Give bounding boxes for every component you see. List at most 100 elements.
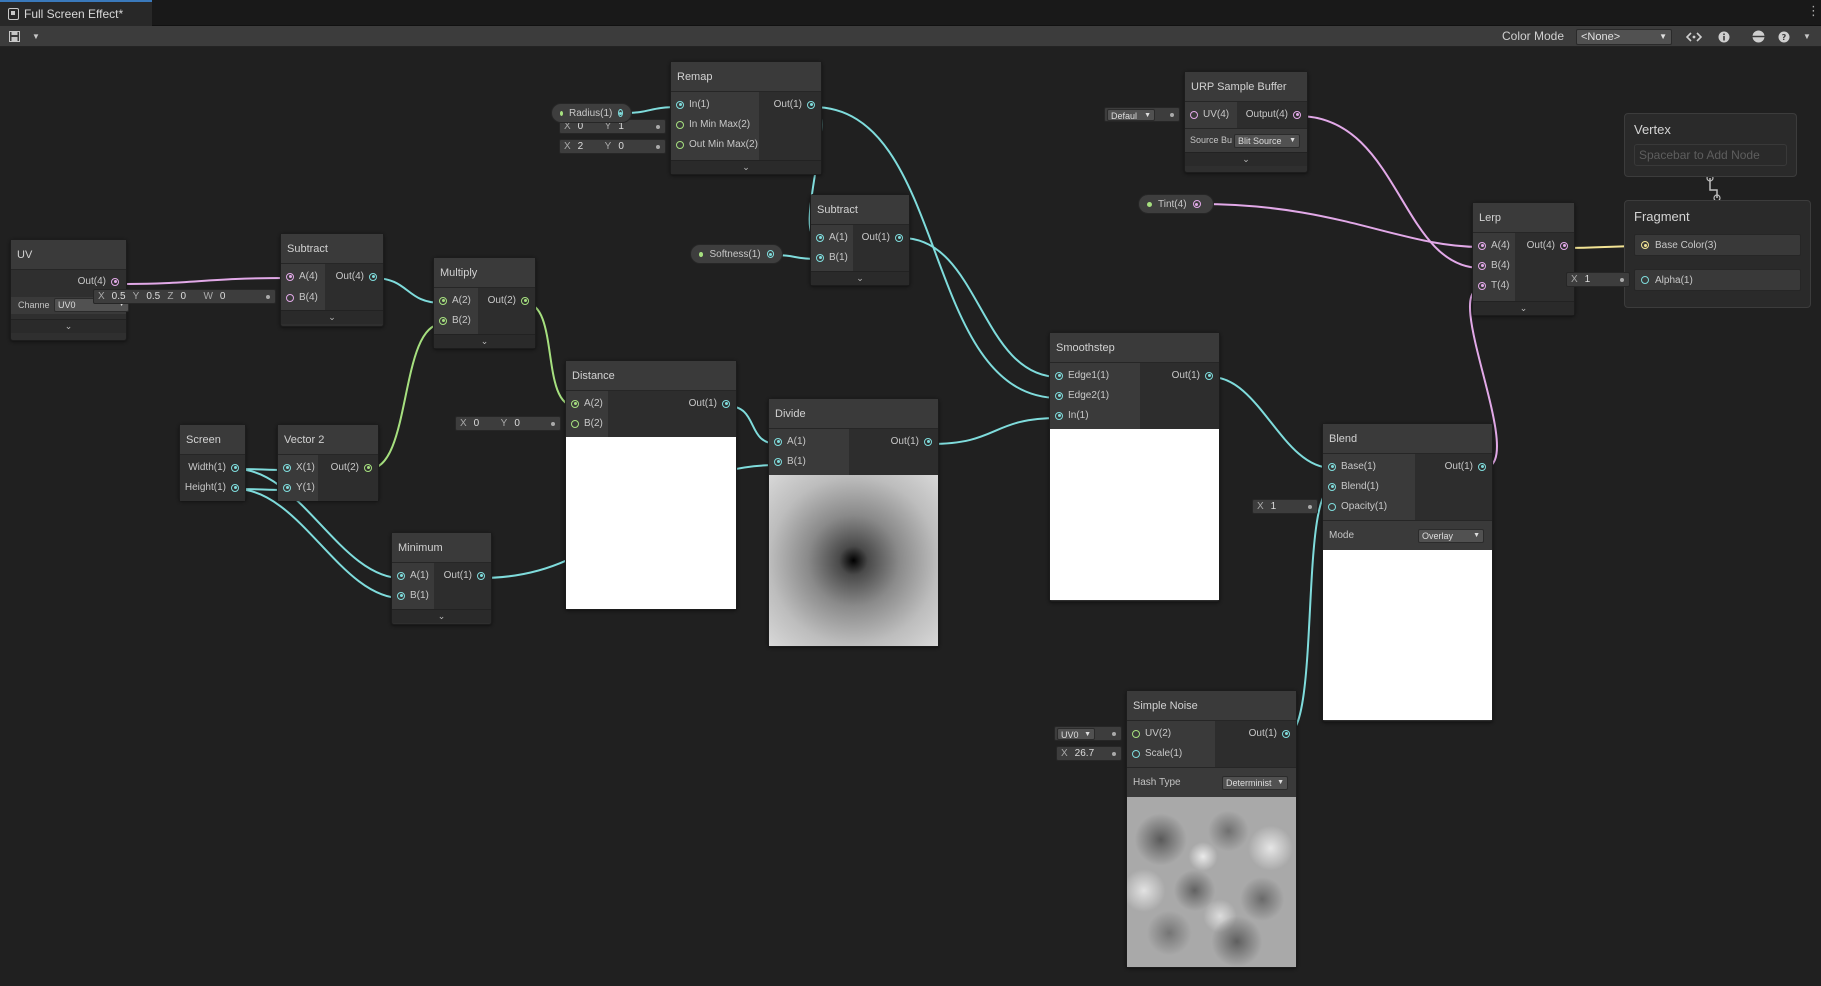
lerp-b-port[interactable]: B(4) [1478, 260, 1510, 271]
collapse-chevron-icon[interactable]: ⌄ [11, 319, 126, 333]
remap-out-min-max-port[interactable]: Out Min Max(2) [676, 139, 758, 150]
urp-uv-port[interactable]: UV(4) [1190, 109, 1229, 120]
collapse-chevron-icon[interactable]: ⌄ [1185, 152, 1307, 166]
smoothstep-edge2-port[interactable]: Edge2(1) [1055, 390, 1109, 401]
alpha-default-field[interactable]: X1 [1566, 272, 1630, 287]
collapse-chevron-icon[interactable]: ⌄ [434, 334, 535, 348]
subtract2-a-port[interactable]: A(1) [816, 232, 848, 243]
subtract1-out-port[interactable]: Out(4) [336, 271, 377, 282]
vector2-y-port[interactable]: Y(1) [283, 482, 315, 493]
collapse-chevron-icon[interactable]: ⌄ [392, 609, 491, 623]
smoothstep-edge1-port[interactable]: Edge1(1) [1055, 370, 1109, 381]
simple-noise-preview [1127, 797, 1296, 967]
base-color-block[interactable]: Base Color(3) [1634, 234, 1801, 256]
distance-b-default-field[interactable]: X0 Y0 [455, 416, 561, 431]
simple-noise-node[interactable]: Simple Noise UV(2) Scale(1) Out(1) Hash … [1126, 690, 1297, 968]
lerp-a-port[interactable]: A(4) [1478, 240, 1510, 251]
divide-b-port[interactable]: B(1) [774, 456, 806, 467]
minimum-node[interactable]: Minimum A(1) B(1) Out(1) ⌄ [391, 532, 492, 625]
screen-width-port[interactable]: Width(1) [188, 462, 239, 473]
divide-preview [769, 475, 938, 646]
noise-uv-dropdown[interactable]: UV0 ▼ [1057, 727, 1095, 740]
urp-output-port[interactable]: Output(4) [1246, 109, 1301, 120]
blend-base-port[interactable]: Base(1) [1328, 461, 1376, 472]
subtract1-a-port[interactable]: A(4) [286, 271, 318, 282]
wire-subtract-smoothstep [901, 237, 1060, 378]
divide-node[interactable]: Divide A(1) B(1) Out(1) [768, 398, 939, 647]
vertex-context[interactable]: Vertex Spacebar to Add Node [1624, 113, 1797, 177]
blend-blend-port[interactable]: Blend(1) [1328, 481, 1379, 492]
lerp-node[interactable]: Lerp A(4) B(4) T(4) Out(4) ⌄ [1472, 202, 1575, 316]
noise-out-port[interactable]: Out(1) [1249, 728, 1290, 739]
lerp-out-port[interactable]: Out(4) [1527, 240, 1568, 251]
distance-b-port[interactable]: B(2) [571, 418, 603, 429]
vector2-node[interactable]: Vector 2 X(1) Y(1) Out(2) [277, 424, 379, 501]
node-title: Screen [180, 425, 245, 455]
smoothstep-out-port[interactable]: Out(1) [1172, 370, 1213, 381]
multiply-a-port[interactable]: A(2) [439, 295, 471, 306]
multiply-b-port[interactable]: B(2) [439, 315, 471, 326]
minimum-a-port[interactable]: A(1) [397, 570, 429, 581]
subtract1-b-default-field[interactable]: X 0.5 Y 0.5 Z0 W0 [93, 289, 276, 304]
screen-node[interactable]: Screen Width(1) Height(1) [179, 424, 246, 501]
noise-uv-port[interactable]: UV(2) [1132, 728, 1171, 739]
divide-a-port[interactable]: A(1) [774, 436, 806, 447]
screen-height-port[interactable]: Height(1) [185, 482, 239, 493]
distance-a-port[interactable]: A(2) [571, 398, 603, 409]
blend-opacity-field[interactable]: X1 [1252, 499, 1318, 514]
multiply-out-port[interactable]: Out(2) [488, 295, 529, 306]
multiply-node[interactable]: Multiply A(2) B(2) Out(2) ⌄ [433, 257, 536, 349]
noise-uv-default-field[interactable]: UV0 ▼ [1054, 726, 1122, 741]
urp-uv-default-field[interactable]: Defaul ▼ [1104, 107, 1180, 122]
wire-vector2-multiply [368, 323, 443, 470]
shader-graph-window: Full Screen Effect* ⋮ ▼ Color Mode <None… [0, 0, 1821, 986]
vector2-x-port[interactable]: X(1) [283, 462, 315, 473]
blend-out-port[interactable]: Out(1) [1445, 461, 1486, 472]
distance-node[interactable]: Distance A(2) B(2) Out(1) [565, 360, 737, 610]
vertex-title: Vertex [1634, 122, 1671, 137]
remap-out-min-max-field[interactable]: X2 Y0 [559, 139, 666, 154]
add-node-hint[interactable]: Spacebar to Add Node [1634, 144, 1787, 166]
noise-scale-port[interactable]: Scale(1) [1132, 748, 1182, 759]
minimum-out-port[interactable]: Out(1) [444, 570, 485, 581]
wire-smoothstep-blend [1210, 376, 1333, 469]
wire-divide-smoothstep [929, 417, 1060, 445]
blend-opacity-port[interactable]: Opacity(1) [1328, 501, 1387, 512]
collapse-chevron-icon[interactable]: ⌄ [281, 310, 383, 324]
noise-scale-field[interactable]: X 26.7 [1056, 746, 1122, 761]
subtract2-out-port[interactable]: Out(1) [862, 232, 903, 243]
divide-out-port[interactable]: Out(1) [891, 436, 932, 447]
collapse-chevron-icon[interactable]: ⌄ [1473, 301, 1574, 315]
remap-in-port[interactable]: In(1) [676, 99, 710, 110]
vector2-out-port[interactable]: Out(2) [331, 462, 372, 473]
minimum-b-port[interactable]: B(1) [397, 590, 429, 601]
smoothstep-node[interactable]: Smoothstep Edge1(1) Edge2(1) In(1) Out(1… [1049, 332, 1220, 602]
hash-type-dropdown[interactable]: Determinist ▼ [1222, 776, 1288, 790]
urp-source-dropdown[interactable]: Blit Source ▼ [1234, 134, 1300, 148]
fragment-context[interactable]: Fragment Base Color(3) Alpha(1) [1624, 200, 1811, 308]
radius-property[interactable]: Radius(1) [551, 103, 632, 123]
subtract-node-2[interactable]: Subtract A(1) B(1) Out(1) ⌄ [810, 194, 910, 286]
distance-out-port[interactable]: Out(1) [689, 398, 730, 409]
remap-node[interactable]: Remap In(1) In Min Max(2) Out Min Max(2)… [670, 61, 822, 175]
node-title: Simple Noise [1127, 691, 1296, 721]
blend-node[interactable]: Blend Base(1) Blend(1) Opacity(1) Out(1)… [1322, 423, 1493, 722]
urp-sample-buffer-node[interactable]: URP Sample Buffer UV(4) Output(4) Source… [1184, 71, 1308, 173]
remap-in-min-max-port[interactable]: In Min Max(2) [676, 119, 750, 130]
noise-hash-row: Hash Type Determinist ▼ [1127, 767, 1296, 797]
node-title: Distance [566, 361, 736, 391]
remap-out-port[interactable]: Out(1) [774, 99, 815, 110]
blend-mode-dropdown[interactable]: Overlay ▼ [1418, 529, 1484, 543]
lerp-t-port[interactable]: T(4) [1478, 280, 1509, 291]
uv-out-port[interactable]: Out(4) [78, 276, 119, 287]
subtract-node-1[interactable]: Subtract A(4) B(4) Out(4) ⌄ [280, 233, 384, 327]
urp-uv-default-dropdown[interactable]: Defaul ▼ [1107, 108, 1155, 121]
subtract2-b-port[interactable]: B(1) [816, 252, 848, 263]
subtract1-b-port[interactable]: B(4) [286, 292, 318, 303]
smoothstep-in-port[interactable]: In(1) [1055, 410, 1089, 421]
softness-property[interactable]: Softness(1) [690, 244, 783, 264]
collapse-chevron-icon[interactable]: ⌄ [671, 160, 821, 174]
tint-property[interactable]: Tint(4) [1138, 194, 1214, 214]
collapse-chevron-icon[interactable]: ⌄ [811, 271, 909, 285]
alpha-block[interactable]: Alpha(1) [1634, 269, 1801, 291]
